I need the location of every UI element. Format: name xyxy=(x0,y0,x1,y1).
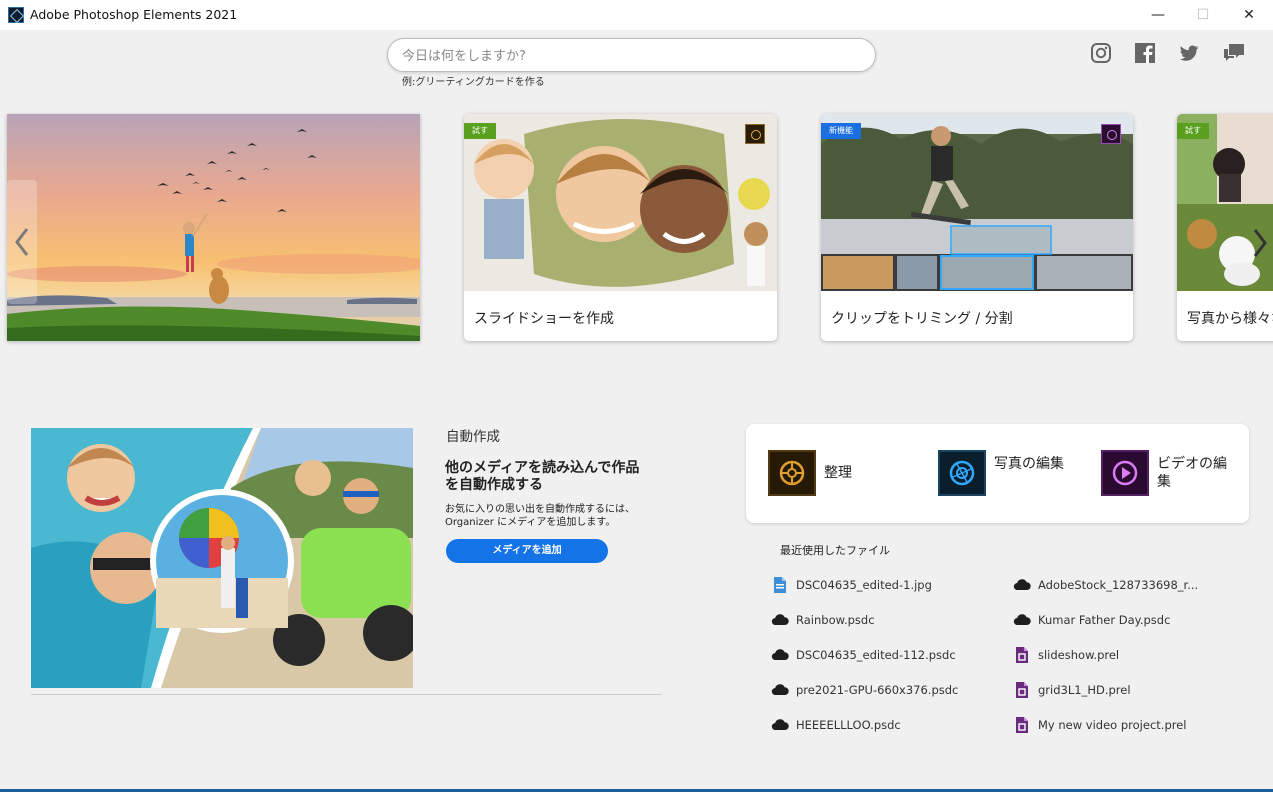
section-divider xyxy=(31,694,662,695)
app-launcher-panel: 整理 写真の編集 ビデオの編集 xyxy=(746,424,1249,523)
title-bar: Adobe Photoshop Elements 2021 — ☐ ✕ xyxy=(0,0,1273,30)
recent-file-item[interactable]: Rainbow.psdc xyxy=(771,611,971,629)
file-name: pre2021-GPU-660x376.psdc xyxy=(796,683,959,697)
video-editor-label: ビデオの編集 xyxy=(1157,456,1227,490)
new-feature-badge: 新機能 xyxy=(821,123,861,139)
search-hint: 例:グリーティングカードを作る xyxy=(402,77,545,88)
window-title: Adobe Photoshop Elements 2021 xyxy=(30,7,238,22)
recent-files-title: 最近使用したファイル xyxy=(780,544,890,557)
organizer-icon xyxy=(768,450,816,496)
chevron-right-icon xyxy=(1253,229,1267,257)
photo-editor-button[interactable]: 写真の編集 xyxy=(938,450,1078,498)
cloud-icon xyxy=(771,719,789,731)
auto-creation-heading: 自動作成 xyxy=(446,429,500,445)
photoshop-elements-icon xyxy=(745,124,765,144)
file-name: grid3L1_HD.prel xyxy=(1038,683,1131,697)
recent-file-item[interactable]: slideshow.prel xyxy=(1013,646,1233,664)
recent-file-item[interactable]: grid3L1_HD.prel xyxy=(1013,681,1233,699)
try-badge: 試す xyxy=(464,123,496,139)
premiere-elements-icon xyxy=(1101,124,1121,144)
premiere-file-icon xyxy=(1016,647,1028,663)
twitter-icon[interactable] xyxy=(1178,42,1200,64)
maximize-button[interactable]: ☐ xyxy=(1180,0,1226,30)
chevron-left-icon xyxy=(15,228,29,256)
sunset-photo xyxy=(7,114,420,341)
cloud-icon xyxy=(1013,579,1031,591)
photo-editor-label: 写真の編集 xyxy=(994,456,1064,472)
minimize-button[interactable]: — xyxy=(1135,0,1181,30)
cloud-icon xyxy=(771,684,789,696)
skateboarder-photo xyxy=(821,114,1133,291)
family-collage xyxy=(31,428,413,688)
card-title: クリップをトリミング / 分割 xyxy=(831,311,1013,327)
recent-file-item[interactable]: DSC04635_edited-112.psdc xyxy=(771,646,971,664)
premiere-file-icon xyxy=(1016,717,1028,733)
organizer-label: 整理 xyxy=(824,465,852,481)
feedback-icon[interactable] xyxy=(1222,42,1244,64)
file-name: Kumar Father Day.psdc xyxy=(1038,613,1171,627)
app-logo-icon xyxy=(8,7,24,23)
card-title: スライドショーを作成 xyxy=(474,311,614,327)
recent-file-item[interactable]: AdobeStock_128733698_r... xyxy=(1013,576,1233,594)
close-button[interactable]: ✕ xyxy=(1226,0,1272,30)
premiere-file-icon xyxy=(1016,682,1028,698)
slideshow-card[interactable]: 試す スライドショーを作成 xyxy=(464,114,777,341)
file-name: HEEEELLLOO.psdc xyxy=(796,718,901,732)
add-media-button[interactable]: メディアを追加 xyxy=(446,539,608,563)
hero-banner[interactable] xyxy=(7,114,420,341)
image-file-icon xyxy=(774,577,786,593)
file-name: DSC04635_edited-1.jpg xyxy=(796,578,932,592)
recent-file-item[interactable]: DSC04635_edited-1.jpg xyxy=(771,576,971,594)
carousel-prev-button[interactable] xyxy=(7,180,37,304)
file-name: DSC04635_edited-112.psdc xyxy=(796,648,956,662)
recent-file-item[interactable]: pre2021-GPU-660x376.psdc xyxy=(771,681,971,699)
photo-editor-icon xyxy=(938,450,986,496)
facebook-icon[interactable] xyxy=(1134,42,1156,64)
recent-file-item[interactable]: Kumar Father Day.psdc xyxy=(1013,611,1233,629)
video-editor-button[interactable]: ビデオの編集 xyxy=(1101,450,1241,498)
auto-creation-image xyxy=(31,428,413,688)
file-name: AdobeStock_128733698_r... xyxy=(1038,578,1199,592)
recent-file-item[interactable]: My new video project.prel xyxy=(1013,716,1233,734)
file-name: Rainbow.psdc xyxy=(796,613,875,627)
cloud-icon xyxy=(771,614,789,626)
video-editor-icon xyxy=(1101,450,1149,496)
carousel-next-button[interactable] xyxy=(1246,220,1273,266)
kids-photo xyxy=(464,114,777,291)
card-title: 写真から様々な xyxy=(1187,311,1273,327)
search-box[interactable] xyxy=(387,38,876,72)
recent-file-item[interactable]: HEEEELLLOO.psdc xyxy=(771,716,971,734)
auto-creation-description: お気に入りの思い出を自動作成するには、Organizer にメディアを追加します… xyxy=(445,504,635,528)
file-name: slideshow.prel xyxy=(1038,648,1120,662)
trim-clip-card[interactable]: 新機能 クリップをトリミング / 分割 xyxy=(821,114,1133,341)
organizer-button[interactable]: 整理 xyxy=(768,450,908,498)
auto-creation-title: 他のメディアを読み込んで作品を自動作成する xyxy=(445,460,640,493)
try-badge: 試す xyxy=(1177,123,1209,139)
cloud-icon xyxy=(771,649,789,661)
search-input[interactable] xyxy=(402,46,852,66)
instagram-icon[interactable] xyxy=(1090,42,1112,64)
file-name: My new video project.prel xyxy=(1038,718,1187,732)
cloud-icon xyxy=(1013,614,1031,626)
